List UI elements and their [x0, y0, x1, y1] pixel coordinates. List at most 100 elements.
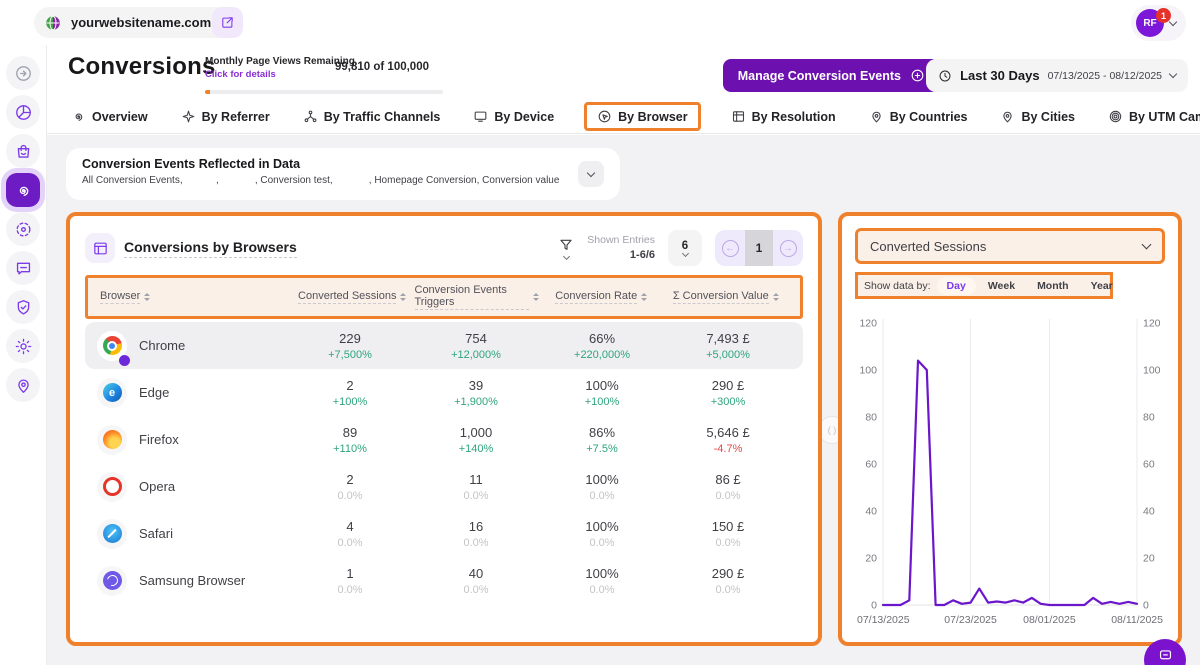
sidebar [0, 45, 47, 665]
countries-icon [869, 109, 884, 124]
next-page-button[interactable]: → [773, 230, 803, 266]
metric-dropdown[interactable]: Converted Sessions [855, 228, 1165, 264]
domain-selector[interactable]: yourwebsitename.com [34, 7, 241, 38]
tab-by-utm-campaign[interactable]: By UTM Campaign [1105, 102, 1200, 131]
analytics-icon [14, 103, 33, 122]
browser-name: Chrome [139, 338, 185, 353]
table-row-samsung-browser[interactable]: Samsung Browser10.0%400.0%100%0.0%290 £0… [85, 557, 803, 604]
tab-overview[interactable]: Overview [68, 102, 151, 131]
metric-value: 11 [413, 472, 539, 487]
metric-value: 89 [287, 425, 413, 440]
sidebar-item-conversions[interactable] [6, 173, 40, 207]
recordings-icon [14, 220, 33, 239]
tab-by-countries[interactable]: By Countries [866, 102, 971, 131]
sidebar-item-location[interactable] [6, 368, 40, 402]
conversions-by-browsers-panel: Conversions by Browsers Shown Entries 1-… [66, 212, 822, 646]
sidebar-item-settings[interactable] [6, 329, 40, 363]
table-row-opera[interactable]: Opera20.0%110.0%100%0.0%86 £0.0% [85, 463, 803, 510]
table-row-chrome[interactable]: Chrome229+7,500%754+12,000%66%+220,000%7… [85, 322, 803, 369]
table-row-edge[interactable]: eEdge2+100%39+1,900%100%+100%290 £+300% [85, 369, 803, 416]
show-data-by-label: Show data by: [864, 280, 931, 292]
column-header[interactable]: Converted Sessions [290, 290, 415, 304]
conversions-icon [14, 181, 33, 200]
quota-progress-bar [205, 90, 443, 94]
column-header[interactable]: Σ Conversion Value [664, 290, 789, 304]
tab-by-cities[interactable]: By Cities [997, 102, 1078, 131]
column-label: Browser [100, 290, 140, 304]
date-range-label: Last 30 Days [960, 68, 1040, 83]
sidebar-item-analytics[interactable] [6, 95, 40, 129]
resolution-icon [731, 109, 746, 124]
metric-value: 290 £ [665, 566, 791, 581]
tab-by-referrer[interactable]: By Referrer [178, 102, 273, 131]
banner-expand-button[interactable] [578, 161, 604, 187]
sort-icon [144, 293, 150, 301]
sidebar-item-feedback[interactable] [6, 251, 40, 285]
conversion-events-banner: Conversion Events Reflected in Data All … [66, 148, 620, 200]
table-row-safari[interactable]: Safari40.0%160.0%100%0.0%150 £0.0% [85, 510, 803, 557]
tab-by-browser[interactable]: By Browser [584, 102, 700, 131]
period-year[interactable]: Year [1081, 277, 1123, 295]
column-header[interactable]: Conversion Events Triggers [415, 284, 540, 310]
utm-icon [1108, 109, 1123, 124]
quota-details-link[interactable]: Click for details [205, 69, 355, 80]
metric-value: 290 £ [665, 378, 791, 393]
chevron-down-icon [1142, 240, 1152, 250]
metric-delta: -4.7% [665, 443, 791, 455]
svg-text:08/01/2025: 08/01/2025 [1023, 614, 1076, 626]
metric-value: 1 [287, 566, 413, 581]
metric-delta: 0.0% [539, 584, 665, 596]
report-tabs: Overview By Referrer By Traffic Channels By… [47, 100, 1200, 134]
period-month[interactable]: Month [1027, 277, 1079, 295]
date-range-selector[interactable]: Last 30 Days 07/13/2025 - 08/12/2025 [926, 59, 1188, 92]
svg-text:100: 100 [1143, 365, 1161, 377]
sidebar-item-orders[interactable] [6, 134, 40, 168]
table-column-header: Browser Converted SessionsConversion Even… [85, 275, 803, 319]
metric-delta: +1,900% [413, 396, 539, 408]
svg-text:07/23/2025: 07/23/2025 [944, 614, 997, 626]
account-menu[interactable]: RF 1 [1131, 5, 1186, 41]
chevron-down-icon [681, 250, 688, 257]
sidebar-item-collapse[interactable] [6, 56, 40, 90]
metric-delta: +100% [539, 396, 665, 408]
metric-delta: +300% [665, 396, 791, 408]
tab-label: By Browser [618, 110, 687, 124]
metric-value: 229 [287, 331, 413, 346]
period-week[interactable]: Week [978, 277, 1025, 295]
edge-icon: e [97, 378, 127, 408]
chevron-down-icon [1169, 70, 1177, 78]
page-header: Conversions Monthly Page Views Remaining… [47, 45, 1200, 100]
manage-conversion-events-button[interactable]: Manage Conversion Events [723, 59, 940, 92]
tab-by-device[interactable]: By Device [470, 102, 557, 131]
content-area: Conversion Events Reflected in Data All … [47, 135, 1200, 665]
metric-value: 100% [539, 472, 665, 487]
pageviews-quota: Monthly Page Views Remaining Click for d… [205, 56, 355, 80]
funnel-icon [558, 237, 574, 253]
tab-by-traffic-channels[interactable]: By Traffic Channels [300, 102, 444, 131]
domain-name: yourwebsitename.com [71, 15, 211, 30]
banner-title: Conversion Events Reflected in Data [82, 157, 604, 171]
prev-page-button[interactable]: ← [715, 230, 745, 266]
period-day[interactable]: Day [937, 277, 976, 295]
metric-value: 754 [413, 331, 539, 346]
svg-text:40: 40 [1143, 506, 1155, 518]
column-header[interactable]: Browser [100, 290, 290, 304]
metric-value: 40 [413, 566, 539, 581]
device-icon [473, 109, 488, 124]
tab-by-resolution[interactable]: By Resolution [728, 102, 839, 131]
table-row-firefox[interactable]: Firefox89+110%1,000+140%86%+7.5%5,646 £-… [85, 416, 803, 463]
metric-delta: 0.0% [539, 537, 665, 549]
tab-label: By Referrer [202, 110, 270, 124]
open-site-button[interactable] [212, 7, 243, 38]
orders-icon [14, 142, 33, 161]
tab-label: By Device [494, 110, 554, 124]
column-header[interactable]: Conversion Rate [539, 290, 664, 304]
tab-label: By Countries [890, 110, 968, 124]
main-area: Conversions Monthly Page Views Remaining… [47, 45, 1200, 665]
chevron-down-icon [587, 168, 595, 176]
sidebar-item-recordings[interactable] [6, 212, 40, 246]
page-size-selector[interactable]: 6 [668, 230, 702, 266]
filter-button[interactable] [558, 237, 574, 259]
collapse-icon [14, 64, 33, 83]
sidebar-item-shield[interactable] [6, 290, 40, 324]
